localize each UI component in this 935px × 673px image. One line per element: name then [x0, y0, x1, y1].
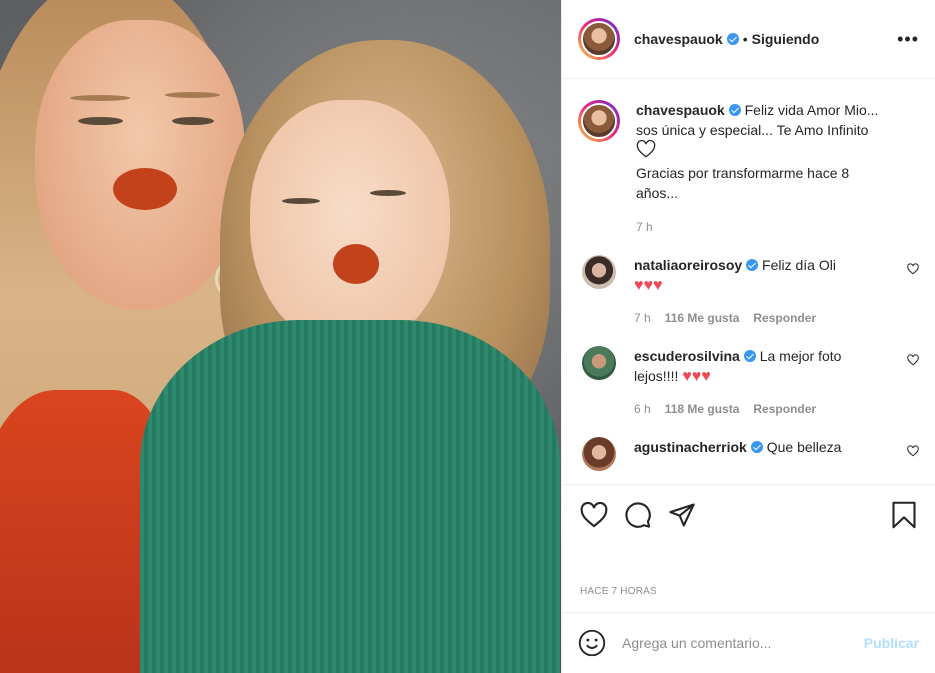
commenter-avatar[interactable]	[582, 437, 616, 471]
caption-line-1: Feliz vida Amor Mio...	[744, 102, 879, 118]
photo-eye	[370, 190, 406, 196]
author-username[interactable]: chavespauok	[634, 31, 723, 47]
photo-eye	[172, 117, 214, 125]
post-timestamp[interactable]: HACE 7 HORAS	[580, 586, 657, 597]
verified-icon	[726, 33, 739, 45]
comment-item: escuderosilvina La mejor foto lejos!!!! …	[578, 346, 919, 419]
comment-reply-button[interactable]: Responder	[753, 399, 816, 419]
photo-lips	[113, 168, 177, 210]
share-direct-icon[interactable]	[668, 501, 696, 529]
like-comment-heart-icon[interactable]	[907, 354, 919, 366]
post-actions	[562, 484, 935, 544]
comment-time[interactable]: 6 h	[634, 399, 651, 419]
separator-dot: •	[742, 31, 748, 47]
like-comment-heart-icon[interactable]	[907, 445, 919, 457]
photo-child-face	[250, 100, 450, 350]
comment-hearts: ♥♥♥	[682, 368, 711, 385]
caption-avatar[interactable]	[578, 100, 620, 142]
post-header: chavespauok • Siguiendo •••	[562, 0, 935, 79]
author-avatar[interactable]	[578, 18, 620, 60]
emoji-icon[interactable]	[578, 629, 606, 657]
comment-reply-button[interactable]: Responder	[753, 308, 816, 328]
comment-text: La mejor foto	[759, 348, 842, 364]
photo-eye	[78, 117, 123, 125]
follow-status-button[interactable]: Siguiendo	[752, 31, 820, 47]
comment-username[interactable]: agustinacherriok	[634, 439, 747, 455]
photo-woman-face	[35, 20, 245, 310]
comment-text: Feliz día Oli	[762, 257, 836, 273]
photo-brow	[165, 92, 220, 98]
comment-hearts: ♥♥♥	[634, 277, 663, 294]
like-heart-icon[interactable]	[580, 501, 608, 528]
caption-username[interactable]: chavespauok	[636, 102, 725, 118]
comment-text-cont: lejos!!!!	[634, 368, 679, 384]
more-options-icon[interactable]: •••	[897, 29, 919, 50]
comment-input[interactable]	[622, 635, 864, 651]
comment-item: agustinacherriok Que belleza	[578, 437, 919, 471]
post-photo[interactable]	[0, 0, 561, 673]
publish-button[interactable]: Publicar	[864, 635, 919, 651]
photo-lips	[333, 244, 379, 284]
comment-item: nataliaoreirosoy Feliz día Oli ♥♥♥ 7 h 1…	[578, 255, 919, 328]
comment-bubble-icon[interactable]	[624, 501, 652, 529]
verified-icon	[728, 104, 741, 116]
caption-line-4: años...	[636, 185, 679, 201]
photo-eye	[282, 198, 320, 204]
caption-line-2: sos única y especial... Te Amo Infinito	[636, 122, 869, 138]
caption-time[interactable]: 7 h	[636, 217, 653, 237]
comment-username[interactable]: escuderosilvina	[634, 348, 740, 364]
photo-brow	[70, 95, 130, 101]
verified-icon	[743, 350, 756, 362]
comment-likes[interactable]: 116 Me gusta	[665, 308, 740, 328]
verified-icon	[750, 441, 763, 453]
commenter-avatar[interactable]	[582, 255, 616, 289]
comments-list[interactable]: chavespauok Feliz vida Amor Mio... sos ú…	[562, 80, 935, 484]
commenter-avatar[interactable]	[582, 346, 616, 380]
comment-time[interactable]: 7 h	[634, 308, 651, 328]
like-comment-heart-icon[interactable]	[907, 263, 919, 275]
comment-text: Que belleza	[766, 439, 842, 455]
comment-likes[interactable]: 118 Me gusta	[665, 399, 740, 419]
post-sidebar: chavespauok • Siguiendo ••• chavespauok …	[561, 0, 935, 673]
caption-line-3: Gracias por transformarme hace 8	[636, 165, 850, 181]
caption: chavespauok Feliz vida Amor Mio... sos ú…	[578, 100, 919, 237]
author-line: chavespauok • Siguiendo	[634, 31, 819, 47]
verified-icon	[746, 259, 759, 271]
comment-username[interactable]: nataliaoreirosoy	[634, 257, 742, 273]
save-bookmark-icon[interactable]	[891, 501, 917, 529]
heart-outline-icon	[636, 139, 656, 158]
add-comment-bar: Publicar	[562, 612, 935, 673]
photo-green-sweater	[140, 320, 560, 673]
